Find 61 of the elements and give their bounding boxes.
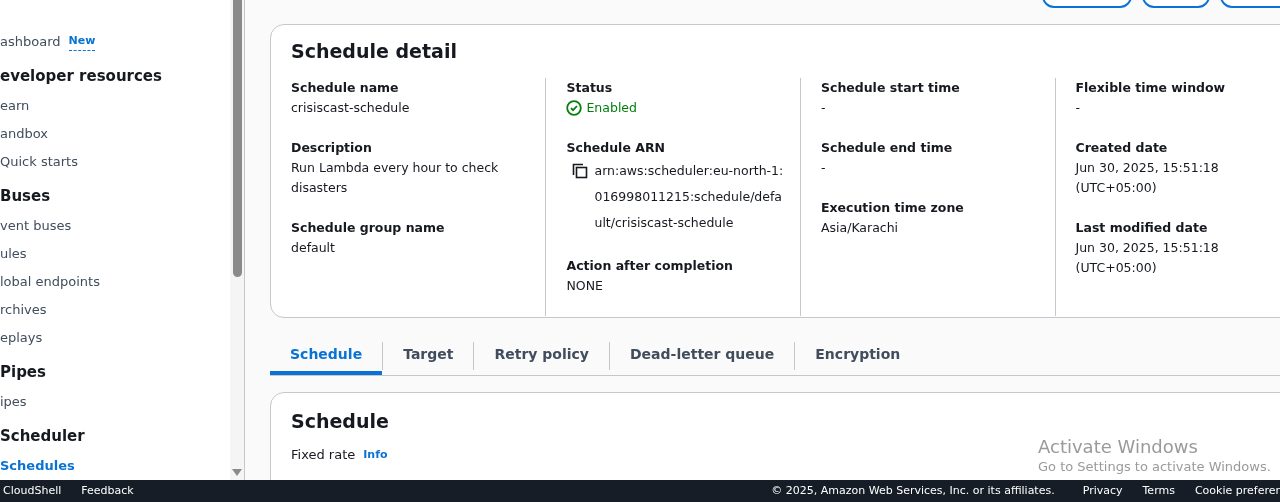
sidebar-item[interactable]: eplays xyxy=(0,328,43,348)
footer-link[interactable]: Privacy xyxy=(1082,482,1123,500)
field-label: Flexible time window xyxy=(1075,78,1227,97)
footer-link[interactable]: Terms xyxy=(1142,482,1175,500)
tab[interactable]: Target xyxy=(383,337,474,375)
field-label: Status xyxy=(566,78,614,97)
sidebar-item[interactable]: rchives xyxy=(0,300,47,320)
card-title: Schedule xyxy=(291,408,389,434)
field-value: crisiscast-schedule xyxy=(291,98,411,117)
tab[interactable]: Schedule xyxy=(270,337,383,375)
footer-link[interactable]: CloudShell xyxy=(3,482,62,500)
field-label: Action after completion xyxy=(566,256,734,275)
status-value: Enabled xyxy=(586,98,637,117)
card-title: Schedule detail xyxy=(291,39,457,64)
footer-link[interactable]: Feedback xyxy=(81,482,134,500)
scroll-down-icon[interactable] xyxy=(232,469,242,477)
sidebar-section-heading: Pipes xyxy=(0,362,47,383)
sidebar-item[interactable]: ashboard xyxy=(0,32,61,52)
sidebar-section-heading: Scheduler xyxy=(0,426,86,447)
sidebar-item[interactable]: ules xyxy=(0,244,27,264)
field-value: Run Lambda every hour to check disasters xyxy=(291,158,500,197)
sidebar-item[interactable]: earn xyxy=(0,96,30,116)
sidebar-item[interactable]: lobal endpoints xyxy=(0,272,100,292)
check-circle-icon xyxy=(566,99,583,116)
field-label: Execution time zone xyxy=(821,198,965,217)
field-label: Schedule name xyxy=(291,78,400,97)
info-link[interactable]: Info xyxy=(363,446,388,463)
field-value: - xyxy=(1075,98,1081,117)
copyright-text: © 2025, Amazon Web Services, Inc. or its affiliates. xyxy=(771,482,1055,499)
sidebar-item[interactable]: vent buses xyxy=(0,216,72,236)
tab[interactable]: Dead-letter queue xyxy=(610,337,795,375)
field-label: Description xyxy=(291,138,373,157)
arn-value: arn:aws:scheduler:eu-north-1:016998011215:schedule/default/crisiscast-schedule xyxy=(594,161,785,232)
field-label: Schedule ARN xyxy=(566,138,666,157)
field-label: Schedule end time xyxy=(821,138,954,157)
activation-text: Go to Settings to activate Windows. xyxy=(1038,458,1271,475)
copy-icon[interactable] xyxy=(572,162,589,179)
field-value: - xyxy=(821,158,827,177)
sidebar-item[interactable]: Quick starts xyxy=(0,152,78,172)
field-value: Asia/Karachi xyxy=(821,218,900,237)
field-label: Created date xyxy=(1075,138,1169,157)
field-label: Last modified date xyxy=(1075,218,1209,237)
field-value: Jun 30, 2025, 15:51:18 (UTC+05:00) xyxy=(1075,238,1220,277)
sidebar-section-heading: eveloper resources xyxy=(0,66,163,87)
field-value: NONE xyxy=(566,276,604,295)
sidebar-item[interactable]: andbox xyxy=(0,124,48,144)
new-badge[interactable]: New xyxy=(68,33,96,51)
sidebar-item[interactable]: Schedules xyxy=(0,456,75,476)
footer-link[interactable]: Cookie preferer xyxy=(1194,482,1280,500)
field-label: Schedule start time xyxy=(821,78,961,97)
field-value: - xyxy=(821,98,827,117)
sidebar-section-heading: Buses xyxy=(0,186,52,207)
sidebar-item[interactable]: ipes xyxy=(0,392,27,412)
tab[interactable]: Encryption xyxy=(795,337,921,375)
activation-title: Activate Windows xyxy=(1038,436,1199,459)
field-value: Jun 30, 2025, 15:51:18 (UTC+05:00) xyxy=(1075,158,1220,197)
scrollbar-thumb[interactable] xyxy=(232,0,242,277)
field-value: default xyxy=(291,238,336,257)
field-label: Schedule group name xyxy=(291,218,446,237)
tab[interactable]: Retry policy xyxy=(474,337,609,375)
field-label: Fixed rate xyxy=(291,446,356,464)
